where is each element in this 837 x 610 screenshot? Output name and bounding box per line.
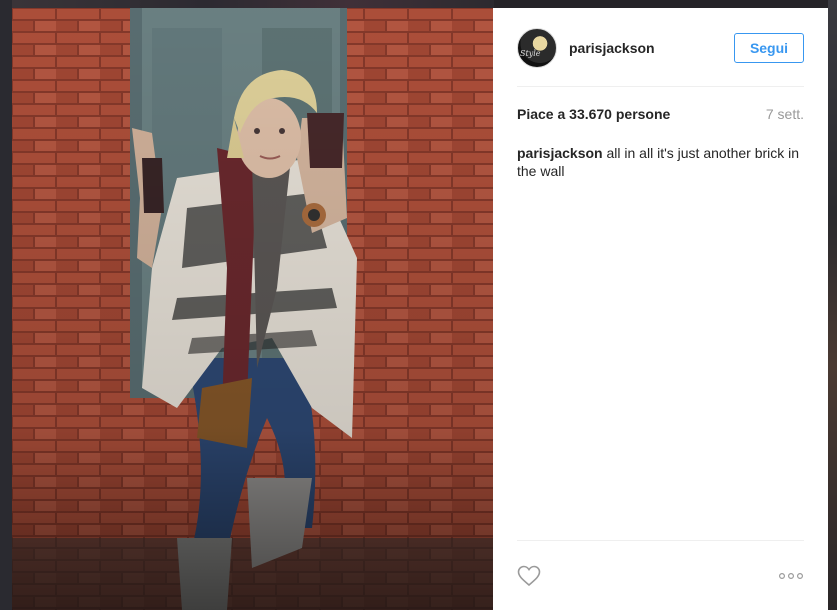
backdrop-top-strip [12, 0, 494, 8]
caption-username[interactable]: parisjackson [517, 145, 603, 161]
post-actions [517, 564, 804, 588]
more-options-icon[interactable] [778, 572, 804, 580]
avatar-logo-text: Style [520, 49, 541, 58]
avatar[interactable]: Style [517, 28, 557, 68]
footer-divider [517, 540, 804, 541]
heart-outline-icon[interactable] [517, 565, 541, 587]
post-time[interactable]: 7 sett. [766, 106, 804, 122]
post-modal: Style parisjackson Segui Piace a 33.670 … [12, 8, 828, 610]
likes-count[interactable]: Piace a 33.670 persone [517, 106, 670, 122]
backdrop-right-strip [828, 0, 837, 610]
post-header: Style parisjackson Segui [517, 28, 804, 68]
post-photo[interactable] [12, 8, 493, 610]
follow-button[interactable]: Segui [734, 33, 804, 63]
photo-illustration [12, 8, 493, 610]
post-sidebar: Style parisjackson Segui Piace a 33.670 … [493, 8, 828, 610]
header-divider [517, 86, 804, 87]
username-link[interactable]: parisjackson [569, 40, 655, 56]
likes-row: Piace a 33.670 persone 7 sett. [517, 106, 804, 122]
caption: parisjackson all in all it's just anothe… [517, 144, 800, 180]
